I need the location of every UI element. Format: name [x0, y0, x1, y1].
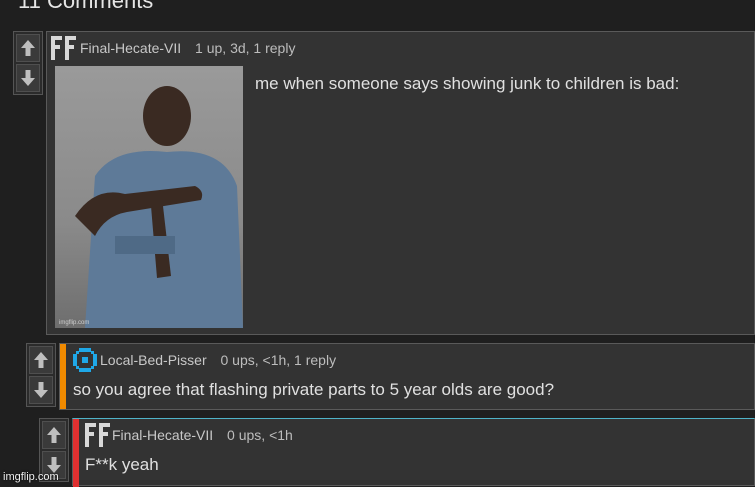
comment-meta: 0 ups, <1h, 1 reply	[220, 352, 337, 368]
downvote-button[interactable]	[29, 376, 53, 404]
reply-accent-bar	[73, 419, 79, 487]
arrow-up-icon	[47, 427, 61, 443]
ff-avatar-icon	[85, 423, 111, 447]
comment-meta: 1 up, 3d, 1 reply	[195, 40, 296, 56]
upvote-button[interactable]	[29, 346, 53, 374]
comment-text: me when someone says showing junk to chi…	[255, 74, 680, 93]
imgflip-watermark: imgflip.com	[3, 471, 59, 483]
comment-text: F**k yeah	[85, 455, 159, 474]
comment-username[interactable]: Final-Hecate-VII	[80, 40, 181, 56]
arrow-up-icon	[21, 40, 35, 56]
pixel-ring-avatar-icon	[73, 348, 97, 372]
comment-card: Final-Hecate-VII 0 ups, <1h F**k yeah	[72, 418, 755, 487]
reply-accent-bar	[60, 344, 66, 409]
ff-avatar-icon	[51, 36, 77, 60]
meme-image[interactable]: imgflip.com	[55, 66, 243, 328]
comment-card: Local-Bed-Pisser 0 ups, <1h, 1 reply so …	[59, 343, 755, 410]
comment-username[interactable]: Final-Hecate-VII	[112, 427, 213, 443]
upvote-button[interactable]	[42, 421, 66, 449]
comment-text: so you agree that flashing private parts…	[73, 380, 555, 399]
vote-box	[26, 343, 56, 407]
comment-meta: 0 ups, <1h	[227, 427, 293, 443]
comment-username[interactable]: Local-Bed-Pisser	[100, 352, 207, 368]
vote-box	[13, 31, 43, 95]
comments-heading: 11 Comments	[18, 0, 154, 13]
svg-text:imgflip.com: imgflip.com	[59, 320, 89, 326]
upvote-button[interactable]	[16, 34, 40, 62]
downvote-button[interactable]	[16, 64, 40, 92]
arrow-up-icon	[34, 352, 48, 368]
comment-card: Final-Hecate-VII 1 up, 3d, 1 reply imgfl…	[46, 31, 755, 335]
arrow-down-icon	[21, 70, 35, 86]
arrow-down-icon	[34, 382, 48, 398]
